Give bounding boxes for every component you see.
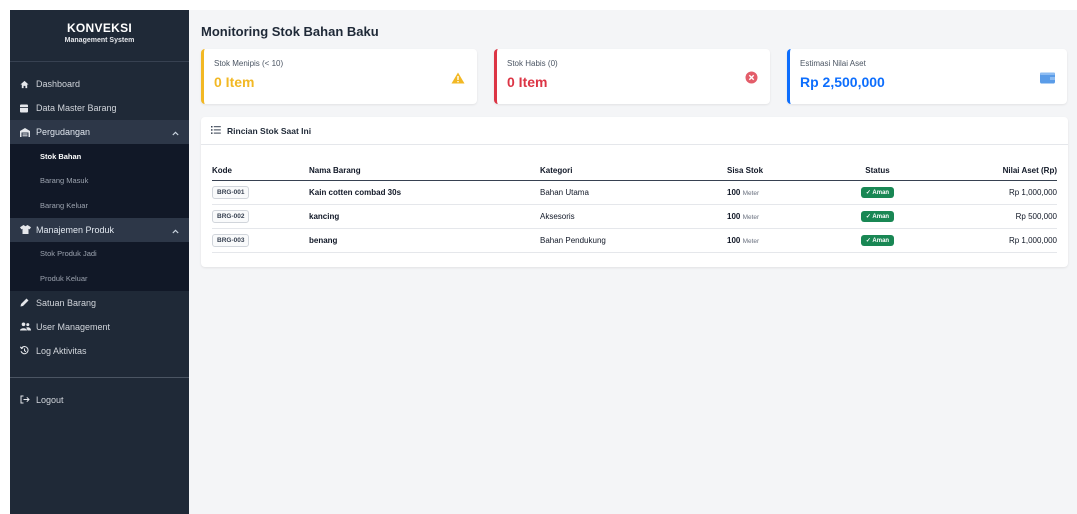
sidebar-item-satuan-barang[interactable]: Satuan Barang <box>10 291 189 315</box>
item-asset-value: Rp 1,000,000 <box>930 180 1057 205</box>
sidebar-item-barang-keluar[interactable]: Barang Keluar <box>10 193 189 218</box>
card-value: 0 Item <box>507 74 548 90</box>
page-title: Monitoring Stok Bahan Baku <box>201 24 379 39</box>
table-row: BRG-002 kancing Aksesoris 100 Meter ✓ Am… <box>212 204 1057 229</box>
list-icon <box>211 125 227 136</box>
item-stock: 100 Meter <box>727 204 825 229</box>
column-header-sisa-stok: Sisa Stok <box>727 162 825 181</box>
wallet-icon <box>1040 71 1055 89</box>
shirt-icon <box>20 225 36 234</box>
column-header-kode: Kode <box>212 162 309 181</box>
card-label: Stok Menipis (< 10) <box>214 59 284 68</box>
card-label: Estimasi Nilai Aset <box>800 59 866 68</box>
chevron-up-icon <box>172 128 179 138</box>
warning-icon <box>451 71 465 89</box>
brand-title: KONVEKSI <box>66 21 133 35</box>
chevron-up-icon <box>172 226 179 236</box>
item-category: Bahan Utama <box>540 180 727 205</box>
sidebar-item-dashboard[interactable]: Dashboard <box>10 72 189 96</box>
table-row: BRG-003 benang Bahan Pendukung 100 Meter… <box>212 228 1057 253</box>
sidebar-item-manajemen-produk[interactable]: Manajemen Produk <box>10 217 189 242</box>
history-icon <box>20 346 36 355</box>
status-badge: ✓ Aman <box>860 186 895 198</box>
card-stok-menipis: Stok Menipis (< 10) 0 Item <box>201 49 477 104</box>
submenu-manajemen-produk: Stok Produk Jadi Produk Keluar <box>10 241 189 291</box>
logout-icon <box>20 395 36 404</box>
sidebar-item-produk-keluar[interactable]: Produk Keluar <box>10 266 189 291</box>
column-header-nama-barang: Nama Barang <box>309 162 540 181</box>
pen-icon <box>20 298 36 307</box>
stock-detail-panel: Rincian Stok Saat Ini Kode Nama Barang K… <box>201 117 1068 267</box>
brand: KONVEKSI Management System <box>10 10 189 62</box>
sidebar-item-barang-masuk[interactable]: Barang Masuk <box>10 169 189 194</box>
status-label: Aman <box>872 237 890 244</box>
card-nilai-aset: Estimasi Nilai Aset Rp 2,500,000 <box>787 49 1067 104</box>
sidebar-item-pergudangan[interactable]: Pergudangan <box>10 120 189 144</box>
table-row: BRG-001 Kain cotten combad 30s Bahan Uta… <box>212 180 1057 205</box>
panel-header: Rincian Stok Saat Ini <box>201 117 1068 145</box>
panel-title: Rincian Stok Saat Ini <box>227 125 312 136</box>
brand-subtitle: Management System <box>64 37 135 44</box>
column-header-kategori: Kategori <box>540 162 727 181</box>
item-category: Bahan Pendukung <box>540 228 727 253</box>
sidebar-item-label: Data Master Barang <box>36 103 117 113</box>
sidebar-item-label: Dashboard <box>36 79 81 89</box>
users-icon <box>20 322 36 331</box>
sidebar-item-label: Logout <box>36 394 64 405</box>
card-value: Rp 2,500,000 <box>800 74 885 90</box>
sidebar-item-label: Satuan Barang <box>36 297 97 308</box>
sidebar-item-stok-produk-jadi[interactable]: Stok Produk Jadi <box>10 242 189 267</box>
item-name: Kain cotten combad 30s <box>309 180 540 205</box>
item-code-badge: BRG-001 <box>212 185 250 199</box>
item-category: Aksesoris <box>540 204 727 229</box>
sidebar-item-label: User Management <box>36 321 111 332</box>
item-asset-value: Rp 1,000,000 <box>930 228 1057 253</box>
item-stock: 100 Meter <box>727 228 825 253</box>
status-label: Aman <box>872 189 890 196</box>
sidebar-item-label: Manajemen Produk <box>36 224 115 235</box>
sidebar-item-log-aktivitas[interactable]: Log Aktivitas <box>10 339 189 363</box>
item-code-badge: BRG-003 <box>212 233 250 247</box>
stock-qty: 100 <box>727 211 741 221</box>
sidebar-divider <box>10 376 189 378</box>
item-stock: 100 Meter <box>727 180 825 205</box>
sidebar: KONVEKSI Management System Dashboard Dat… <box>10 10 189 514</box>
sidebar-item-stok-bahan[interactable]: Stok Bahan <box>10 144 189 169</box>
item-code-badge: BRG-002 <box>212 209 250 223</box>
times-circle-icon <box>745 71 758 89</box>
database-icon <box>20 104 36 113</box>
submenu-pergudangan: Stok Bahan Barang Masuk Barang Keluar <box>10 144 189 218</box>
home-icon <box>20 80 36 89</box>
column-header-nilai-aset: Nilai Aset (Rp) <box>930 162 1057 181</box>
sidebar-item-label: Log Aktivitas <box>36 345 87 356</box>
stock-unit: Meter <box>742 189 760 197</box>
stock-unit: Meter <box>742 237 760 245</box>
item-name: kancing <box>309 204 540 229</box>
sidebar-nav: Dashboard Data Master Barang Pergudangan… <box>10 72 189 412</box>
sidebar-item-data-master[interactable]: Data Master Barang <box>10 96 189 120</box>
sidebar-item-label: Pergudangan <box>36 127 91 137</box>
table-header-row: Kode Nama Barang Kategori Sisa Stok Stat… <box>212 162 1057 181</box>
main-content: Monitoring Stok Bahan Baku Stok Menipis … <box>189 10 1077 514</box>
stock-unit: Meter <box>742 213 760 221</box>
status-badge: ✓ Aman <box>860 210 895 222</box>
column-header-status: Status <box>825 162 930 181</box>
sidebar-item-user-management[interactable]: User Management <box>10 315 189 339</box>
stock-qty: 100 <box>727 187 741 197</box>
card-value: 0 Item <box>214 74 255 90</box>
warehouse-icon <box>20 127 36 137</box>
card-label: Stok Habis (0) <box>507 59 558 68</box>
item-name: benang <box>309 228 540 253</box>
status-badge: ✓ Aman <box>860 234 895 246</box>
status-label: Aman <box>872 213 890 220</box>
stock-table: Kode Nama Barang Kategori Sisa Stok Stat… <box>212 162 1057 253</box>
stock-qty: 100 <box>727 235 741 245</box>
item-asset-value: Rp 500,000 <box>930 204 1057 229</box>
card-stok-habis: Stok Habis (0) 0 Item <box>494 49 770 104</box>
sidebar-item-logout[interactable]: Logout <box>10 388 189 412</box>
